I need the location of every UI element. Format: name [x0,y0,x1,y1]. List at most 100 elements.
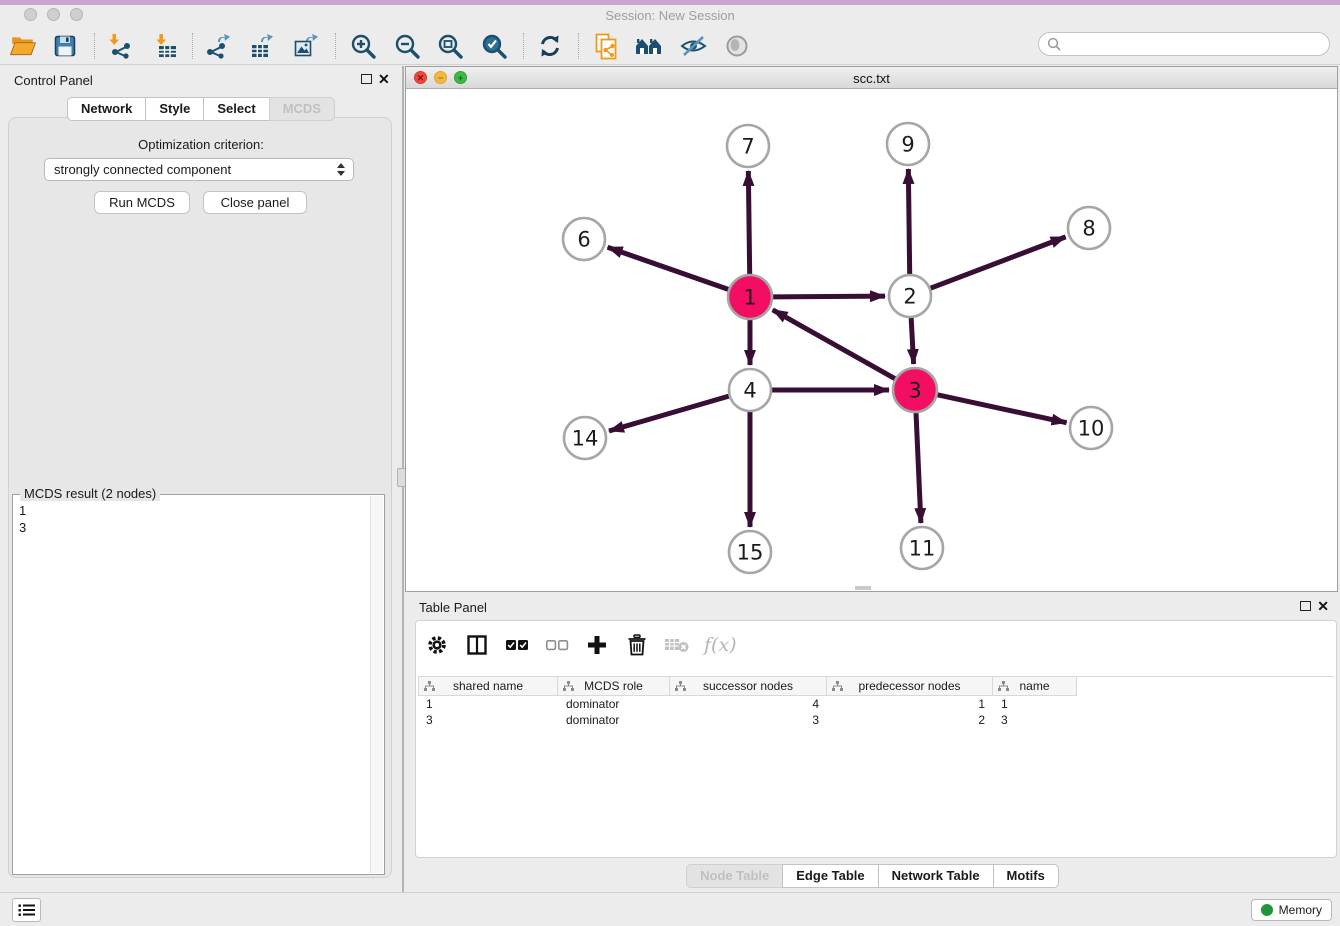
node-7[interactable]: 7 [727,125,769,167]
memory-button[interactable]: Memory [1251,899,1332,921]
network-title: scc.txt [406,71,1337,86]
show-columns-icon[interactable] [464,632,490,658]
float-panel-icon[interactable] [361,74,372,84]
edge-2-9[interactable] [908,169,909,274]
tab-motifs[interactable]: Motifs [993,864,1059,888]
task-history-button[interactable] [12,898,41,922]
cell[interactable]: dominator [558,696,670,712]
close-panel-icon[interactable]: ✕ [378,73,390,85]
main-toolbar [0,28,1340,65]
tab-node-table[interactable]: Node Table [686,864,783,888]
control-panel-title: Control Panel [14,73,93,88]
cell[interactable]: 1 [418,696,558,712]
mcds-result-legend: MCDS result (2 nodes) [20,486,160,501]
tab-style[interactable]: Style [145,97,204,121]
column-header-name[interactable]: name [993,677,1077,696]
tab-network[interactable]: Network [67,97,146,121]
cell[interactable]: 2 [827,712,993,728]
export-table-icon[interactable] [247,31,277,61]
cell[interactable]: 3 [670,712,827,728]
import-table-icon[interactable] [152,31,182,61]
edge-3-10[interactable] [937,395,1066,423]
zoom-fit-icon[interactable] [435,31,465,61]
close-table-panel-icon[interactable]: ✕ [1317,600,1329,612]
refresh-icon[interactable] [535,31,565,61]
close-panel-button[interactable]: Close panel [203,191,307,214]
cell[interactable]: 3 [993,712,1077,728]
table-settings-icon[interactable] [424,632,450,658]
duplicate-network-icon[interactable] [591,31,621,61]
export-network-icon[interactable] [203,31,233,61]
zoom-in-icon[interactable] [348,31,378,61]
table-panel: Table Panel ✕ [405,593,1340,892]
node-11[interactable]: 11 [901,527,943,569]
node-2[interactable]: 2 [889,275,931,317]
optimization-criterion-select[interactable]: strongly connected component [44,158,354,181]
function-builder-icon: f(x) [704,632,737,658]
cell[interactable]: 1 [993,696,1077,712]
tab-select[interactable]: Select [203,97,269,121]
cell[interactable]: 1 [827,696,993,712]
float-table-panel-icon[interactable] [1300,601,1311,611]
node-14[interactable]: 14 [564,417,606,459]
node-4[interactable]: 4 [729,369,771,411]
network-scrollbar-nub[interactable] [855,586,871,590]
title-bar-accent [0,0,1340,5]
edge-3-11[interactable] [916,413,921,523]
cell[interactable]: 3 [418,712,558,728]
node-label: 8 [1082,217,1095,241]
status-bar: Memory [0,892,1340,926]
tab-mcds[interactable]: MCDS [269,97,335,121]
node-15[interactable]: 15 [729,531,771,573]
node-6[interactable]: 6 [563,218,605,260]
node-label: 3 [908,379,921,403]
column-header-predecessor-nodes[interactable]: predecessor nodes [827,677,993,696]
delete-column-icon[interactable] [624,632,650,658]
list-icon [18,903,35,917]
table-row[interactable]: 3dominator323 [418,712,1334,728]
node-label: 10 [1078,417,1105,441]
zoom-out-icon[interactable] [392,31,422,61]
node-10[interactable]: 10 [1070,407,1112,449]
edge-1-2[interactable] [773,296,885,297]
table-row[interactable]: 1dominator411 [418,696,1334,712]
import-network-icon[interactable] [105,31,135,61]
mcds-result-scrollbar[interactable] [370,496,383,873]
save-session-icon[interactable] [50,31,80,61]
cell[interactable]: 4 [670,696,827,712]
column-header-shared-name[interactable]: shared name [418,677,558,696]
column-header-mcds-role[interactable]: MCDS role [558,677,670,696]
edge-2-8[interactable] [931,237,1066,288]
tab-edge-table[interactable]: Edge Table [782,864,878,888]
first-neighbors-icon[interactable] [634,31,664,61]
edge-4-14[interactable] [609,396,729,431]
node-label: 2 [903,285,916,309]
show-all-icon[interactable] [722,31,752,61]
memory-status-icon [1261,904,1273,916]
run-mcds-button[interactable]: Run MCDS [94,191,190,214]
node-1[interactable]: 1 [728,275,772,319]
table-panel-tabs: Node TableEdge TableNetwork TableMotifs [405,864,1340,888]
node-3[interactable]: 3 [893,368,937,412]
column-header-successor-nodes[interactable]: successor nodes [670,677,827,696]
network-window-titlebar[interactable]: ✕ − + scc.txt [406,67,1337,89]
node-9[interactable]: 9 [887,123,929,165]
network-graph-canvas[interactable]: 7 9 6 8 1 2 4 3 14 10 15 11 [406,89,1337,591]
node-8[interactable]: 8 [1068,207,1110,249]
edge-2-3[interactable] [911,318,913,364]
export-image-icon[interactable] [291,31,321,61]
hide-selected-icon[interactable] [678,31,708,61]
edge-1-7[interactable] [748,171,749,274]
deselect-all-icon[interactable] [544,632,570,658]
open-session-icon[interactable] [8,31,38,61]
search-input[interactable] [1066,35,1329,53]
mcds-result-box: MCDS result (2 nodes) 13 [12,494,385,875]
tab-network-table[interactable]: Network Table [878,864,994,888]
edge-1-6[interactable] [608,247,729,289]
select-all-icon[interactable] [504,632,530,658]
cell[interactable]: dominator [558,712,670,728]
search-field[interactable] [1038,32,1330,56]
edge-3-1[interactable] [773,310,895,379]
zoom-selected-icon[interactable] [479,31,509,61]
add-column-icon[interactable] [584,632,610,658]
